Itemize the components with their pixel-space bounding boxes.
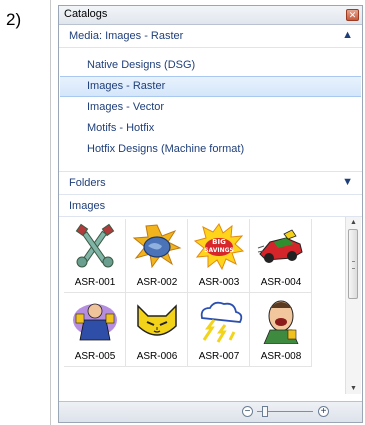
thumbnail-caption: ASR-005 bbox=[74, 351, 116, 362]
images-section-label: Images bbox=[69, 200, 106, 212]
art-text-big: BIG bbox=[212, 238, 226, 246]
thumbnail-caption: ASR-004 bbox=[260, 277, 302, 288]
thumbnail-caption: ASR-003 bbox=[198, 277, 240, 288]
list-item-motifs-hotfix[interactable]: Motifs - Hotfix bbox=[59, 118, 362, 139]
image-gallery: ASR-001 ASR-002 BIG SAVINGS ASR-003 ASR-… bbox=[59, 217, 362, 394]
fist-burst-icon bbox=[132, 224, 182, 269]
close-button[interactable]: ✕ bbox=[346, 9, 359, 21]
cat-face-icon bbox=[137, 304, 177, 336]
chevron-down-icon[interactable]: ▼ bbox=[342, 176, 353, 188]
titlebar: Catalogs ✕ bbox=[59, 6, 362, 25]
list-item-images-vector[interactable]: Images - Vector bbox=[59, 97, 362, 118]
big-savings-burst-icon: BIG SAVINGS bbox=[194, 223, 244, 270]
media-section-header[interactable]: Media: Images - Raster ▲ bbox=[59, 25, 362, 48]
folders-section-label: Folders bbox=[69, 177, 106, 189]
thumbnail-asr-005[interactable]: ASR-005 bbox=[64, 293, 126, 367]
thumbnail-asr-006[interactable]: ASR-006 bbox=[126, 293, 188, 367]
media-list: Native Designs (DSG) Images - Raster Ima… bbox=[59, 48, 362, 160]
grip-icon bbox=[352, 261, 355, 269]
chevron-up-icon[interactable]: ▲ bbox=[342, 29, 353, 41]
vertical-scrollbar[interactable]: ▲ ▼ bbox=[345, 217, 361, 394]
folders-section-header[interactable]: Folders ▼ bbox=[59, 171, 362, 195]
list-item-images-raster[interactable]: Images - Raster bbox=[60, 76, 361, 97]
window-title: Catalogs bbox=[64, 8, 108, 20]
laughing-man-icon bbox=[263, 300, 299, 344]
thumbnail-caption: ASR-002 bbox=[136, 277, 178, 288]
list-item-hotfix-designs[interactable]: Hotfix Designs (Machine format) bbox=[59, 139, 362, 160]
media-section-label: Media: Images - Raster bbox=[69, 30, 184, 42]
scroll-up-arrow-icon[interactable]: ▲ bbox=[346, 219, 361, 226]
thumbnail-asr-007[interactable]: ASR-007 bbox=[188, 293, 250, 367]
thumbnail-asr-003[interactable]: BIG SAVINGS ASR-003 bbox=[188, 219, 250, 293]
close-icon: ✕ bbox=[348, 10, 357, 20]
thumbnail-asr-004[interactable]: ASR-004 bbox=[250, 219, 312, 293]
scroll-down-arrow-icon[interactable]: ▼ bbox=[346, 385, 361, 392]
zoom-in-icon[interactable]: + bbox=[318, 406, 329, 417]
thumbnail-asr-001[interactable]: ASR-001 bbox=[64, 219, 126, 293]
step-number: 2) bbox=[6, 10, 22, 29]
zoom-slider-thumb[interactable] bbox=[262, 406, 268, 417]
images-section-header[interactable]: Images bbox=[59, 195, 362, 217]
art-text-savings: SAVINGS bbox=[204, 247, 234, 254]
divider-line bbox=[50, 0, 51, 425]
thumbnail-asr-008[interactable]: ASR-008 bbox=[250, 293, 312, 367]
catalogs-panel: Catalogs ✕ Media: Images - Raster ▲ Nati… bbox=[58, 5, 363, 423]
crossed-keys-icon bbox=[75, 223, 115, 268]
thumbnail-caption: ASR-007 bbox=[198, 351, 240, 362]
status-bar: − + bbox=[59, 401, 362, 422]
thumbnail-asr-002[interactable]: ASR-002 bbox=[126, 219, 188, 293]
zoom-out-icon[interactable]: − bbox=[242, 406, 253, 417]
thumbnail-caption: ASR-006 bbox=[136, 351, 178, 362]
race-car-icon bbox=[257, 229, 303, 263]
storm-cloud-lightning-icon bbox=[200, 301, 243, 343]
businessman-trophy-icon bbox=[73, 303, 117, 341]
list-item-native-designs[interactable]: Native Designs (DSG) bbox=[59, 55, 362, 76]
thumbnail-caption: ASR-008 bbox=[260, 351, 302, 362]
thumbnail-caption: ASR-001 bbox=[74, 277, 116, 288]
scrollbar-thumb[interactable] bbox=[348, 229, 358, 299]
